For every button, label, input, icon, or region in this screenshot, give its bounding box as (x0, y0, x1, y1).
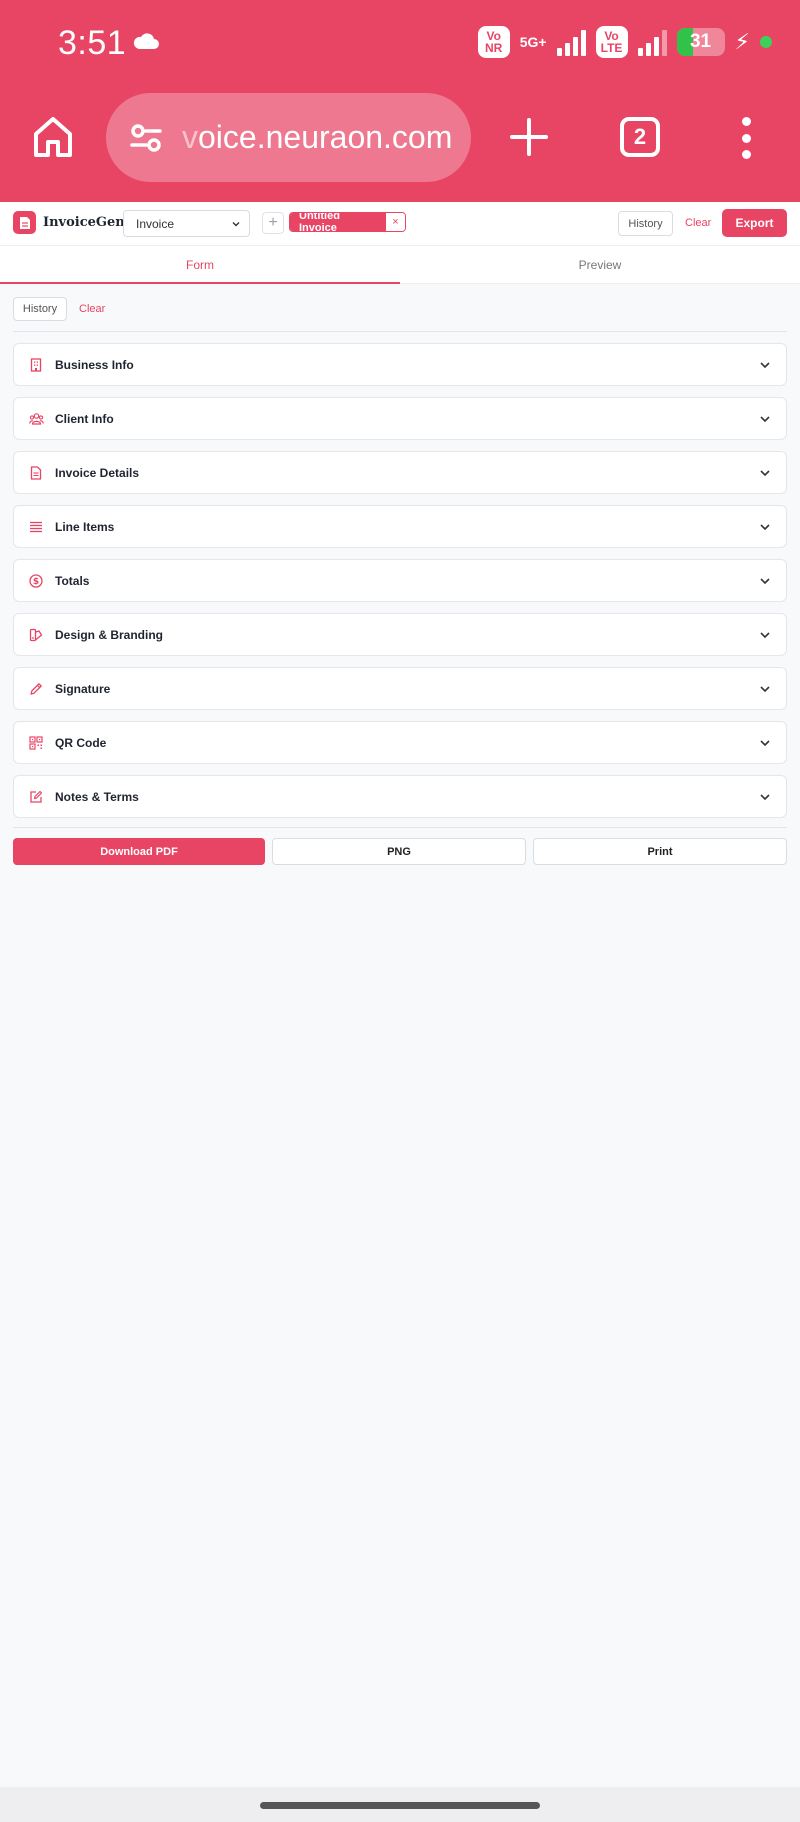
png-button[interactable]: PNG (272, 838, 526, 865)
cloud-icon (133, 33, 159, 49)
history-button-header[interactable]: History (618, 211, 673, 236)
form-sections: Business Info Client Info Invoice Detail… (13, 343, 787, 829)
section-label: Business Info (55, 357, 134, 372)
charging-icon: ⚡ (734, 29, 750, 54)
list-icon (28, 519, 44, 535)
system-nav-bar (0, 1787, 800, 1822)
app-header: InvoiceGen Invoice + Untitled Invoice × … (0, 202, 800, 246)
network-type: 5G+ (519, 34, 547, 50)
battery-icon: 31 (676, 28, 725, 56)
url-text[interactable]: voice.neuraon.com (182, 119, 452, 156)
signal-bars-icon (556, 28, 586, 56)
section-qr-code[interactable]: QR Code (13, 721, 787, 764)
clear-button-header[interactable]: Clear (685, 217, 711, 229)
history-button[interactable]: History (13, 297, 67, 321)
chevron-down-icon (760, 361, 770, 368)
dollar-icon: $ (28, 573, 44, 589)
pen-icon (28, 681, 44, 697)
divider (13, 331, 787, 332)
building-icon (28, 357, 44, 373)
tab-switcher-button[interactable]: 2 (620, 117, 660, 157)
download-pdf-button[interactable]: Download PDF (13, 838, 265, 865)
volte-badge: Vo LTE (595, 26, 628, 58)
status-indicators: Vo NR 5G+ Vo LTE 31 ⚡ (477, 26, 772, 58)
section-label: Design & Branding (55, 627, 164, 642)
chevron-down-icon (760, 523, 770, 530)
section-design-branding[interactable]: Design & Branding (13, 613, 787, 656)
chevron-down-icon (760, 631, 770, 638)
gesture-handle[interactable] (260, 1802, 540, 1809)
export-actions: Download PDF PNG Print (13, 838, 787, 865)
chevron-down-icon (760, 685, 770, 692)
address-bar[interactable]: voice.neuraon.com (106, 93, 471, 182)
document-tab-label[interactable]: Untitled Invoice (290, 213, 386, 231)
logo-icon (13, 211, 36, 234)
section-label: Client Info (55, 411, 114, 426)
home-icon[interactable] (30, 114, 76, 160)
document-type-select[interactable]: Invoice (123, 210, 250, 237)
palette-icon (28, 627, 44, 643)
section-label: Signature (55, 681, 111, 696)
section-label: QR Code (55, 735, 107, 750)
section-client-info[interactable]: Client Info (13, 397, 787, 440)
document-icon (28, 465, 44, 481)
chevron-down-icon (232, 221, 240, 226)
section-line-items[interactable]: Line Items (13, 505, 787, 548)
qr-code-icon (28, 735, 44, 751)
view-tabs: Form Preview (0, 246, 800, 284)
section-label: Notes & Terms (55, 789, 139, 804)
chevron-down-icon (760, 577, 770, 584)
vonr-badge: Vo NR (477, 26, 510, 58)
tab-count: 2 (633, 124, 647, 149)
document-type-value: Invoice (136, 216, 175, 231)
site-settings-icon[interactable] (126, 118, 166, 158)
section-totals[interactable]: $ Totals (13, 559, 787, 602)
edit-icon (28, 789, 44, 805)
close-tab-icon[interactable]: × (386, 213, 405, 231)
section-label: Invoice Details (55, 465, 140, 480)
tab-form[interactable]: Form (0, 246, 400, 284)
print-button[interactable]: Print (533, 838, 787, 865)
svg-text:$: $ (33, 577, 39, 587)
privacy-indicator (760, 36, 772, 48)
section-signature[interactable]: Signature (13, 667, 787, 710)
brand-name: InvoiceGen (43, 215, 125, 230)
clear-button[interactable]: Clear (79, 303, 105, 315)
chevron-down-icon (760, 739, 770, 746)
tab-preview[interactable]: Preview (400, 246, 800, 283)
section-notes-terms[interactable]: Notes & Terms (13, 775, 787, 818)
section-business-info[interactable]: Business Info (13, 343, 787, 386)
divider (13, 827, 787, 828)
section-label: Totals (55, 573, 90, 588)
users-icon (28, 411, 44, 427)
section-invoice-details[interactable]: Invoice Details (13, 451, 787, 494)
document-tab[interactable]: Untitled Invoice × (289, 212, 406, 232)
signal-bars-icon-2 (637, 28, 667, 56)
chevron-down-icon (760, 415, 770, 422)
browser-chrome: 3:51 Vo NR 5G+ Vo LTE 31 ⚡ voice.neuraon… (0, 0, 800, 202)
export-button[interactable]: Export (722, 209, 787, 237)
chevron-down-icon (760, 793, 770, 800)
add-document-button[interactable]: + (262, 212, 284, 234)
more-menu-icon[interactable] (736, 117, 756, 159)
status-time: 3:51 (58, 24, 127, 62)
new-tab-icon[interactable] (506, 114, 552, 160)
section-label: Line Items (55, 519, 115, 534)
chevron-down-icon (760, 469, 770, 476)
